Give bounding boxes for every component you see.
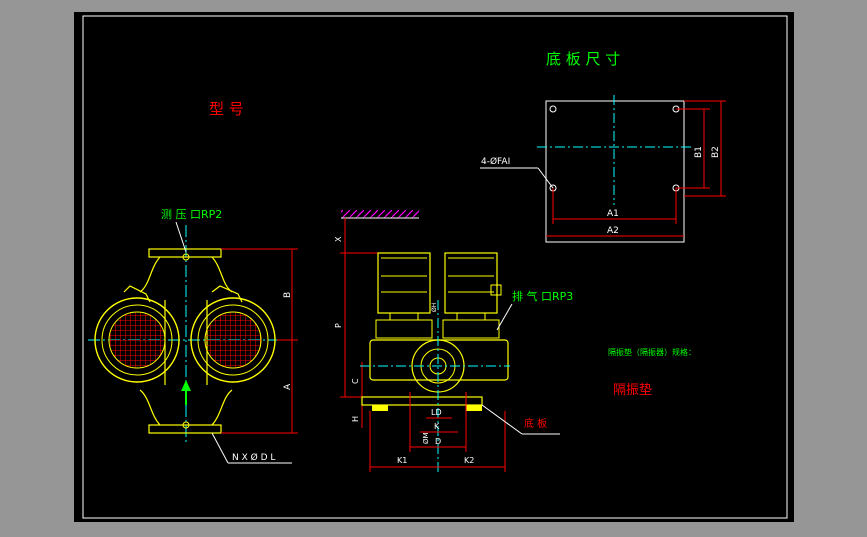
- isolator-label: 隔振垫: [613, 382, 652, 398]
- dim-a1: A1: [607, 209, 619, 219]
- bolt-note: N X Ø D L: [232, 452, 275, 463]
- dim-k1: K1: [397, 456, 407, 465]
- vent-port-label: 排 气 口RP3: [512, 289, 573, 303]
- motor-right-fan-grid: [204, 311, 262, 369]
- base-title: 底 板 尺 寸: [546, 50, 620, 68]
- base-label: 底 板: [524, 417, 547, 430]
- dim-dm: ØM: [422, 432, 430, 444]
- model-title: 型 号: [209, 100, 244, 118]
- drawing-paper: [74, 12, 794, 522]
- dim-ld: LD: [431, 408, 442, 417]
- dim-a2: A2: [607, 226, 619, 236]
- pressure-port-label: 测 压 口RP2: [161, 208, 222, 221]
- holes-note: 4-ØFAI: [481, 156, 510, 167]
- isolator-foot: [466, 405, 482, 411]
- dim-h: H: [351, 416, 360, 422]
- dim-b: B: [283, 292, 293, 298]
- dim-b1: B1: [694, 146, 704, 158]
- isolator-foot: [372, 405, 388, 411]
- dim-k2: K2: [464, 456, 474, 465]
- isolator-spec: 隔振垫（隔振器）规格：: [608, 347, 696, 357]
- ceiling-hatch: [341, 210, 419, 218]
- dim-b2: B2: [711, 146, 721, 158]
- dim-p: P: [334, 323, 343, 328]
- dim-a: A: [283, 383, 293, 390]
- motor-left-fan-grid: [108, 311, 166, 369]
- dim-x: X: [334, 236, 343, 242]
- dim-dh: ØH: [431, 303, 438, 312]
- dim-d: D: [435, 437, 441, 446]
- cad-viewport: 型 号 底 板 尺 寸 B A 测 压 口RP2 N X Ø D L X P C…: [0, 0, 867, 533]
- dim-k: K: [434, 422, 440, 431]
- dim-c: C: [351, 378, 360, 384]
